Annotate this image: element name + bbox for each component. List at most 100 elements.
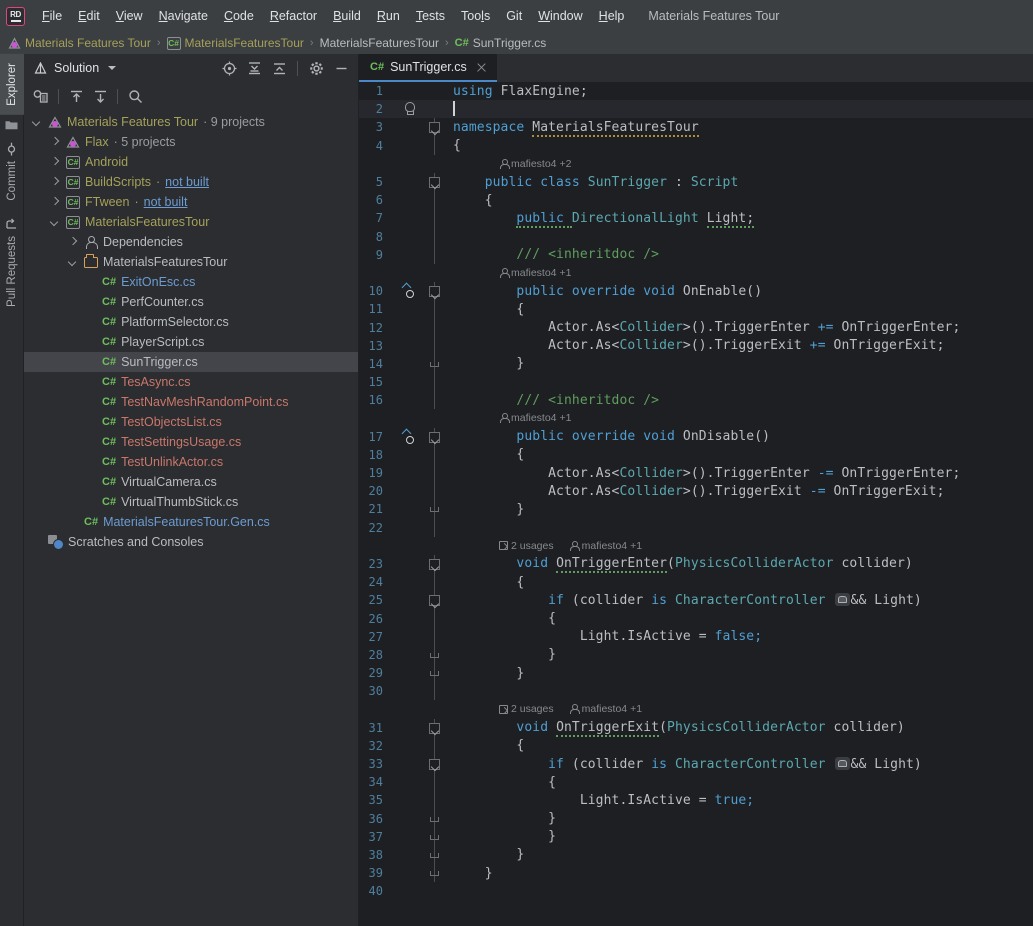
gutter-icon-area[interactable] <box>389 82 423 100</box>
code-vision-annotation[interactable]: mafiesto4 +2 <box>447 158 583 170</box>
tree-node-tesasync-cs[interactable]: C# TesAsync.cs <box>24 372 358 392</box>
fold-collapse-icon[interactable] <box>429 558 440 570</box>
gutter-icon-area[interactable] <box>389 191 423 209</box>
gutter-icon-area[interactable] <box>389 355 423 373</box>
chevron-down-icon[interactable] <box>48 216 61 229</box>
tree-node-build-status-link[interactable]: not built <box>165 175 209 189</box>
menu-item-navigate[interactable]: Navigate <box>151 5 216 27</box>
code-line-32[interactable]: 32 { <box>359 736 1033 755</box>
fold-collapse-icon[interactable] <box>429 122 440 134</box>
code-line-27[interactable]: 27 Light.IsActive = false; <box>359 627 1033 646</box>
chevron-right-icon[interactable] <box>48 176 61 189</box>
gutter-icon-area[interactable] <box>389 482 423 500</box>
gutter-icon-area[interactable] <box>389 555 423 573</box>
fold-gutter[interactable] <box>423 373 447 392</box>
fold-gutter[interactable] <box>423 136 447 155</box>
code-line-11[interactable]: 11 { <box>359 300 1033 319</box>
gutter-icon-area[interactable] <box>389 500 423 518</box>
gutter-icon-area[interactable] <box>389 228 423 246</box>
code-line-10[interactable]: 10 public override void OnEnable() <box>359 282 1033 301</box>
tool-window-button-explorer[interactable]: Explorer <box>0 54 24 115</box>
chevron-right-icon[interactable] <box>66 236 79 249</box>
chevron-right-icon[interactable] <box>48 196 61 209</box>
fold-collapse-icon[interactable] <box>429 758 440 770</box>
code-line-5[interactable]: 5 public class SunTrigger : Script <box>359 172 1033 192</box>
fold-end-icon[interactable] <box>430 507 439 513</box>
author-annotation[interactable]: mafiesto4 +1 <box>499 412 571 424</box>
fold-gutter[interactable] <box>423 736 447 755</box>
author-annotation[interactable]: mafiesto4 +1 <box>499 267 571 279</box>
gutter-icon-area[interactable] <box>389 664 423 682</box>
fold-collapse-icon[interactable] <box>429 431 440 443</box>
fold-gutter[interactable] <box>423 773 447 792</box>
fold-collapse-icon[interactable] <box>429 595 440 607</box>
gutter-icon-area[interactable] <box>389 519 423 537</box>
gutter-icon-area[interactable] <box>389 337 423 355</box>
override-marker-icon[interactable] <box>402 284 416 299</box>
tree-node-testobjectslist-cs[interactable]: C# TestObjectsList.cs <box>24 412 358 432</box>
tree-node-perfcounter-cs[interactable]: C# PerfCounter.cs <box>24 292 358 312</box>
code-vision-annotation[interactable]: mafiesto4 +1 <box>447 412 583 424</box>
fold-gutter[interactable] <box>423 282 447 301</box>
fold-gutter[interactable] <box>423 245 447 264</box>
menu-item-tests[interactable]: Tests <box>408 5 453 27</box>
fold-gutter[interactable] <box>423 445 447 464</box>
tree-node-platformselector-cs[interactable]: C# PlatformSelector.cs <box>24 312 358 332</box>
gutter-icon-area[interactable] <box>389 300 423 318</box>
download-icon[interactable] <box>89 85 111 107</box>
code-line-35[interactable]: 35 Light.IsActive = true; <box>359 791 1033 810</box>
fold-gutter[interactable] <box>423 664 447 683</box>
tree-node-virtualthumbstick-cs[interactable]: C# VirtualThumbStick.cs <box>24 492 358 512</box>
fold-gutter[interactable] <box>423 172 447 192</box>
menu-item-edit[interactable]: Edit <box>70 5 108 27</box>
fold-gutter[interactable] <box>423 882 447 900</box>
code-line-7[interactable]: 7 public DirectionalLight Light; <box>359 209 1033 228</box>
tree-node-flax[interactable]: Flax · 5 projects <box>24 132 358 152</box>
usages-annotation[interactable]: 2 usages <box>499 703 554 715</box>
menu-item-file[interactable]: File <box>34 5 70 27</box>
fold-gutter[interactable] <box>423 191 447 210</box>
intention-bulb-icon[interactable] <box>403 102 416 116</box>
fold-gutter[interactable] <box>423 845 447 865</box>
menu-item-tools[interactable]: Tools <box>453 5 498 27</box>
fold-collapse-icon[interactable] <box>429 722 440 734</box>
menu-item-code[interactable]: Code <box>216 5 262 27</box>
code-line-33[interactable]: 33 if (collider is CharacterController &… <box>359 754 1033 774</box>
gutter-icon-area[interactable] <box>389 628 423 646</box>
menu-item-view[interactable]: View <box>108 5 151 27</box>
code-line-4[interactable]: 4{ <box>359 136 1033 155</box>
gutter-icon-area[interactable] <box>389 173 423 191</box>
gutter-icon-area[interactable] <box>389 373 423 391</box>
gutter-icon-area[interactable] <box>389 318 423 336</box>
fold-gutter[interactable] <box>423 354 447 373</box>
collapse-all-icon[interactable] <box>268 57 290 79</box>
gutter-icon-area[interactable] <box>389 209 423 227</box>
code-line-3[interactable]: 3 namespace MaterialsFeaturesTour <box>359 118 1033 137</box>
inlay-hint-badge[interactable] <box>834 756 850 770</box>
code-line-18[interactable]: 18 { <box>359 445 1033 464</box>
code-line-8[interactable]: 8 <box>359 227 1033 246</box>
code-line-1[interactable]: 1 using FlaxEngine; <box>359 82 1033 100</box>
code-line-39[interactable]: 39 } <box>359 864 1033 883</box>
code-vision-annotation[interactable]: 2 usages mafiesto4 +1 <box>447 540 654 552</box>
gutter-icon-area[interactable] <box>389 846 423 864</box>
gutter-icon-area[interactable] <box>389 719 423 737</box>
code-line-25[interactable]: 25 if (collider is CharacterController &… <box>359 591 1033 610</box>
tree-node-buildscripts[interactable]: C# BuildScripts · not built <box>24 172 358 192</box>
gear-icon[interactable] <box>305 57 327 79</box>
gutter-icon-area[interactable] <box>389 446 423 464</box>
gutter-icon-area[interactable] <box>389 646 423 664</box>
fold-gutter[interactable] <box>423 82 447 100</box>
fold-gutter[interactable] <box>423 336 447 355</box>
gutter-icon-area[interactable] <box>389 100 423 118</box>
breadcrumb-item-0[interactable]: Materials Features Tour <box>8 36 151 50</box>
fold-end-icon[interactable] <box>430 361 439 367</box>
code-line-34[interactable]: 34 { <box>359 773 1033 792</box>
code-line-16[interactable]: 16 /// <inheritdoc /> <box>359 391 1033 410</box>
code-line-37[interactable]: 37 } <box>359 827 1033 846</box>
chevron-down-icon[interactable] <box>30 116 43 129</box>
fold-gutter[interactable] <box>423 427 447 446</box>
fold-gutter[interactable] <box>423 554 447 574</box>
gutter-icon-area[interactable] <box>389 464 423 482</box>
tree-node-virtualcamera-cs[interactable]: C# VirtualCamera.cs <box>24 472 358 492</box>
